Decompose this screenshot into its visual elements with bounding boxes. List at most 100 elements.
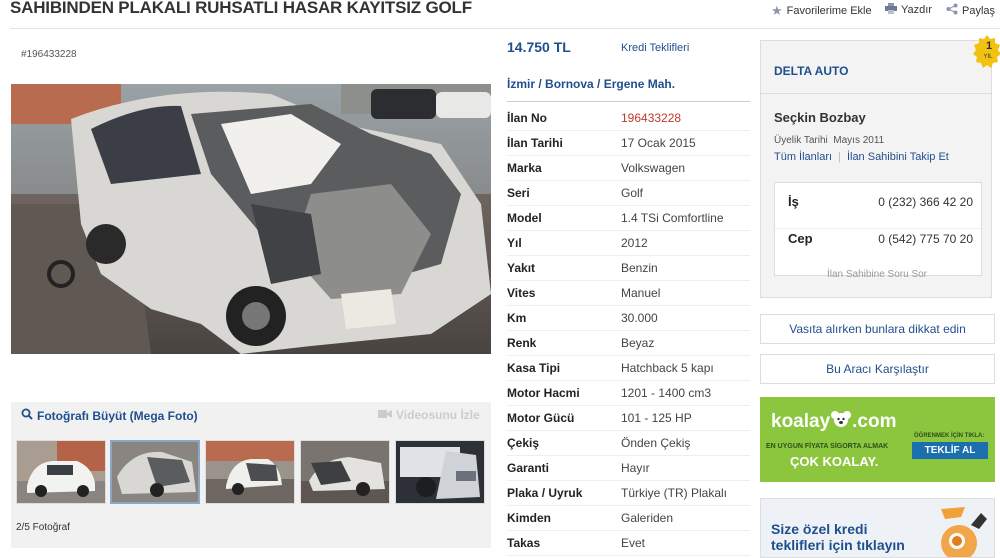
detail-row: Kasa Tipi Hatchback 5 kapı [507,356,750,381]
piggy-bank-icon [921,503,991,557]
koalay-brand: koalay [771,411,831,432]
detail-value: Önden Çekiş [621,436,691,450]
koalay-slogan: ÇOK KOALAY. [790,454,879,469]
link-separator: | [838,151,841,163]
page-title: SAHIBINDEN PLAKALI RUHSATLI HASAR KAYITS… [10,0,472,17]
seller-panel: DELTA AUTO Seçkin Bozbay Üyelik Tarihi M… [760,40,992,298]
detail-row: İlan No 196433228 [507,106,750,131]
detail-key: Garanti [507,461,550,475]
koalay-tagline: EN UYGUN FİYATA SİGORTA ALMAK [766,443,889,450]
detail-value: Hayır [621,461,650,475]
detail-key: Çekiş [507,436,540,450]
detail-value: 30.000 [621,311,658,325]
video-camera-icon [378,408,392,422]
detail-key: Kimden [507,511,552,525]
detail-row: Marka Volkswagen [507,156,750,181]
favorite-link[interactable]: ★ Favorilerime Ekle [771,3,872,19]
all-ads-link[interactable]: Tüm İlanları [774,151,832,163]
gallery-thumbnail-selected[interactable] [110,440,200,504]
location-neighborhood[interactable]: Ergene Mah. [604,77,675,91]
seller-name: Seçkin Bozbay [774,110,866,125]
magnifier-icon [21,408,33,423]
detail-key: Marka [507,161,542,175]
detail-key: Yıl [507,236,522,250]
phone-label: Cep [788,231,813,246]
koalay-cta-button[interactable]: TEKLİF AL [912,442,988,459]
mobile-phone-number: 0 (542) 775 70 20 [878,232,973,246]
detail-row: Kimden Galeriden [507,506,750,531]
detail-value: 1.4 TSi Comfortline [621,211,724,225]
header-divider [10,28,1000,29]
favorite-label: Favorilerime Ekle [786,5,872,17]
detail-key: Plaka / Uyruk [507,486,583,500]
detail-value: Hatchback 5 kapı [621,361,714,375]
detail-key: Takas [507,536,541,550]
ad-number: #196433228 [21,49,77,60]
detail-value: 1201 - 1400 cm3 [621,386,712,400]
badge-text: YIL [983,54,993,60]
share-label: Paylaş [962,4,996,17]
video-link[interactable]: Videosunu İzle [378,408,480,422]
seller-divider [761,93,991,94]
seller-links: Tüm İlanları | İlan Sahibini Takip Et [774,151,949,163]
detail-row: Vites Manuel [507,281,750,306]
gallery-thumbnail[interactable] [205,440,295,504]
compare-car-button[interactable]: Bu Aracı Karşılaştır [760,354,995,384]
badge-number: 1 [985,40,993,52]
gallery-thumbnail[interactable] [395,440,485,504]
buying-tips-button[interactable]: Vasıta alırken bunlara dikkat edin [760,314,995,344]
detail-value: Golf [621,186,644,200]
koalay-domain: .com [852,411,897,432]
detail-key: Motor Hacmi [507,386,580,400]
main-photo[interactable] [11,84,491,354]
detail-value: 196433228 [621,111,682,125]
location-district[interactable]: Bornova [545,77,594,91]
member-since: Üyelik Tarihi Mayıs 2011 [774,135,885,146]
location-separator: / [535,77,546,91]
gallery-thumbnail[interactable] [300,440,390,504]
koalay-insurance-ad[interactable]: koalay .com EN UYGUN FİYATA SİGORTA ALMA… [760,397,995,482]
detail-key: Kasa Tipi [507,361,561,375]
koala-icon [831,410,852,434]
detail-row: Yıl 2012 [507,231,750,256]
detail-row: Garanti Hayır [507,456,750,481]
enlarge-photo-label: Fotoğrafı Büyüt (Mega Foto) [37,408,198,423]
detail-value: 17 Ocak 2015 [621,136,696,150]
koalay-logo: koalay .com [771,410,897,434]
detail-row: Renk Beyaz [507,331,750,356]
location-breadcrumb: İzmir / Bornova / Ergene Mah. [507,77,675,91]
detail-value: Volkswagen [621,161,686,175]
follow-seller-link[interactable]: İlan Sahibini Takip Et [847,151,949,163]
phone-box: İş 0 (232) 366 42 20 Cep 0 (542) 775 70 … [774,182,982,276]
gallery-thumbnail[interactable] [16,440,106,504]
detail-row: Çekiş Önden Çekiş [507,431,750,456]
credit-ad[interactable]: Size özel kredi teklifleri için tıklayın [760,498,995,558]
print-label: Yazdır [901,4,932,16]
ask-seller-link[interactable]: İlan Sahibine Soru Sor [761,269,993,280]
photo-gallery: Fotoğrafı Büyüt (Mega Foto) Videosunu İz… [11,402,491,548]
credit-offers-link[interactable]: Kredi Teklifleri [621,42,689,54]
detail-row: Seri Golf [507,181,750,206]
detail-row: Km 30.000 [507,306,750,331]
enlarge-photo-link[interactable]: Fotoğrafı Büyüt (Mega Foto) [21,408,198,423]
credit-ad-line2: teklifleri için tıklayın [771,537,905,553]
detail-value: Benzin [621,261,658,275]
share-link[interactable]: Paylaş [946,3,995,18]
detail-key: İlan No [507,111,548,125]
credit-ad-line1: Size özel kredi [771,521,868,537]
location-city[interactable]: İzmir [507,77,535,91]
detail-row: Takas Evet [507,531,750,556]
detail-value: Türkiye (TR) Plakalı [621,486,728,500]
detail-row: İlan Tarihi 17 Ocak 2015 [507,131,750,156]
detail-value: Manuel [621,286,661,300]
detail-key: Vites [507,286,536,300]
location-divider [507,101,750,102]
location-separator: / [593,77,604,91]
detail-row: Motor Hacmi 1201 - 1400 cm3 [507,381,750,406]
detail-key: Km [507,311,527,325]
detail-value: Evet [621,536,646,550]
store-name[interactable]: DELTA AUTO [774,64,848,78]
membership-year-badge: 1 YIL [973,35,1000,79]
photo-counter: 2/5 Fotoğraf [16,522,70,533]
print-link[interactable]: Yazdır [885,3,932,17]
